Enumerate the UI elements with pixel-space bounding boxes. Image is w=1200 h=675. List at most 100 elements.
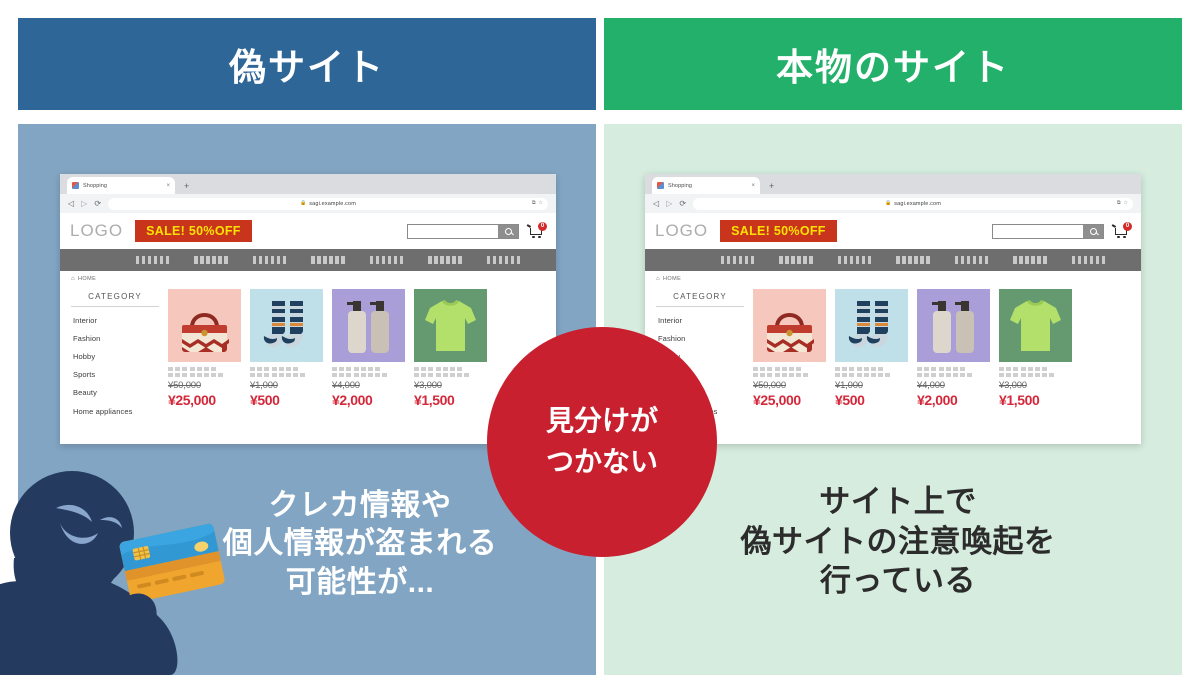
product-card[interactable]: ¥1,000 ¥500: [250, 289, 323, 420]
close-icon[interactable]: ×: [166, 183, 170, 189]
sidebar-item-fashion[interactable]: Fashion: [656, 329, 744, 347]
overlay-badge-line2: つかない: [545, 446, 658, 477]
browser-toolbar: ◁ ▷ ⟳ 🔒 sagi.example.com ⧉ ☆: [645, 194, 1141, 213]
forward-icon[interactable]: ▷: [666, 199, 672, 208]
favicon-icon: [72, 182, 79, 189]
tshirt-icon: [425, 300, 476, 351]
nav-item[interactable]: [428, 256, 462, 264]
extension-icon[interactable]: ⧉: [1117, 201, 1121, 206]
sidebar-item-beauty[interactable]: Beauty: [71, 384, 159, 402]
cart-button[interactable]: 0: [526, 221, 547, 240]
nav-item[interactable]: [369, 256, 404, 264]
search-icon: [1089, 227, 1097, 235]
sidebar-item-hobby[interactable]: Hobby: [71, 347, 159, 365]
sidebar-item-interior[interactable]: Interior: [71, 311, 159, 329]
reload-icon[interactable]: ⟳: [94, 199, 101, 208]
sale-banner[interactable]: SALE! 50%OFF: [720, 220, 837, 242]
bottle-icon: [932, 301, 974, 353]
product-card[interactable]: ¥4,000 ¥2,000: [332, 289, 405, 420]
address-bar-url: sagi.example.com: [894, 200, 941, 207]
product-card[interactable]: ¥3,000 ¥1,500: [999, 289, 1072, 420]
search-input[interactable]: [993, 224, 1083, 238]
search-button[interactable]: [498, 224, 518, 238]
product-new-price: ¥500: [835, 392, 865, 409]
product-name-placeholder: [999, 367, 1072, 378]
breadcrumb: ⌂ HOME: [645, 271, 1141, 287]
browser-tab[interactable]: Shopping ×: [652, 177, 760, 194]
nav-item[interactable]: [837, 256, 872, 264]
new-tab-icon[interactable]: +: [184, 182, 189, 194]
browser-tabstrip: Shopping × +: [60, 174, 556, 194]
browser-toolbar: ◁ ▷ ⟳ 🔒 sagi.example.com ⧉ ☆: [60, 194, 556, 213]
socks-icon: [848, 301, 888, 348]
product-card[interactable]: ¥50,000 ¥25,000: [753, 289, 826, 420]
product-new-price: ¥25,000: [168, 392, 216, 409]
nav-item[interactable]: [486, 256, 521, 264]
category-sidebar: CATEGORY Interior Fashion Hobby Sports B…: [71, 289, 159, 420]
header-banner-fake-site: 偽サイト: [18, 18, 596, 110]
nav-item[interactable]: [954, 256, 989, 264]
site-logo[interactable]: LOGO: [655, 221, 708, 241]
site-search[interactable]: [992, 223, 1104, 239]
product-image-bottle: [332, 289, 405, 362]
product-image-bottle: [917, 289, 990, 362]
sidebar-item-sports[interactable]: Sports: [71, 366, 159, 384]
product-old-price: ¥4,000: [917, 380, 945, 392]
browser-tab-title: Shopping: [668, 182, 693, 189]
site-search[interactable]: [407, 223, 519, 239]
product-card[interactable]: ¥50,000 ¥25,000: [168, 289, 241, 420]
nav-item[interactable]: [779, 256, 813, 264]
new-tab-icon[interactable]: +: [769, 182, 774, 194]
product-name-placeholder: [332, 367, 405, 378]
sale-banner[interactable]: SALE! 50%OFF: [135, 220, 252, 242]
socks-icon: [263, 301, 303, 348]
overlay-badge: 見分けが つかない: [487, 327, 717, 557]
product-old-price: ¥3,000: [999, 380, 1027, 392]
product-name-placeholder: [835, 367, 908, 378]
product-name-placeholder: [250, 367, 323, 378]
bottle-icon: [347, 301, 389, 353]
nav-item[interactable]: [252, 256, 287, 264]
nav-item[interactable]: [720, 256, 755, 264]
nav-item[interactable]: [311, 256, 345, 264]
bookmark-star-icon[interactable]: ☆: [539, 201, 543, 206]
search-input[interactable]: [408, 224, 498, 238]
search-icon: [504, 227, 512, 235]
product-old-price: ¥3,000: [414, 380, 442, 392]
back-icon[interactable]: ◁: [68, 199, 74, 208]
header-banner-real-site: 本物のサイト: [604, 18, 1182, 110]
reload-icon[interactable]: ⟳: [679, 199, 686, 208]
breadcrumb-label[interactable]: HOME: [78, 276, 96, 282]
sidebar-item-home-appliances[interactable]: Home appliances: [71, 402, 159, 420]
product-card[interactable]: ¥4,000 ¥2,000: [917, 289, 990, 420]
bag-icon: [767, 313, 814, 352]
close-icon[interactable]: ×: [751, 183, 755, 189]
sidebar-item-fashion[interactable]: Fashion: [71, 329, 159, 347]
cart-button[interactable]: 0: [1111, 221, 1132, 240]
forward-icon[interactable]: ▷: [81, 199, 87, 208]
address-bar[interactable]: 🔒 sagi.example.com ⧉ ☆: [108, 197, 548, 210]
site-nav: [60, 249, 556, 271]
search-button[interactable]: [1083, 224, 1103, 238]
cart-count-badge: 0: [1123, 221, 1132, 231]
product-card[interactable]: ¥3,000 ¥1,500: [414, 289, 487, 420]
extension-icon[interactable]: ⧉: [532, 201, 536, 206]
sidebar-item-interior[interactable]: Interior: [656, 311, 744, 329]
site-nav: [645, 249, 1141, 271]
product-name-placeholder: [753, 367, 826, 378]
nav-item[interactable]: [1013, 256, 1047, 264]
address-bar[interactable]: 🔒 sagi.example.com ⧉ ☆: [693, 197, 1133, 210]
lock-icon: 🔒: [885, 200, 892, 206]
site-logo[interactable]: LOGO: [70, 221, 123, 241]
breadcrumb-label[interactable]: HOME: [663, 276, 681, 282]
nav-item[interactable]: [194, 256, 228, 264]
nav-item[interactable]: [1071, 256, 1106, 264]
product-old-price: ¥1,000: [835, 380, 863, 392]
back-icon[interactable]: ◁: [653, 199, 659, 208]
nav-item[interactable]: [135, 256, 170, 264]
product-card[interactable]: ¥1,000 ¥500: [835, 289, 908, 420]
nav-item[interactable]: [896, 256, 930, 264]
product-grid: ¥50,000 ¥25,000 ¥1,000 ¥500 ¥4,000 ¥2,00…: [753, 289, 1133, 420]
browser-tab[interactable]: Shopping ×: [67, 177, 175, 194]
bookmark-star-icon[interactable]: ☆: [1124, 201, 1128, 206]
